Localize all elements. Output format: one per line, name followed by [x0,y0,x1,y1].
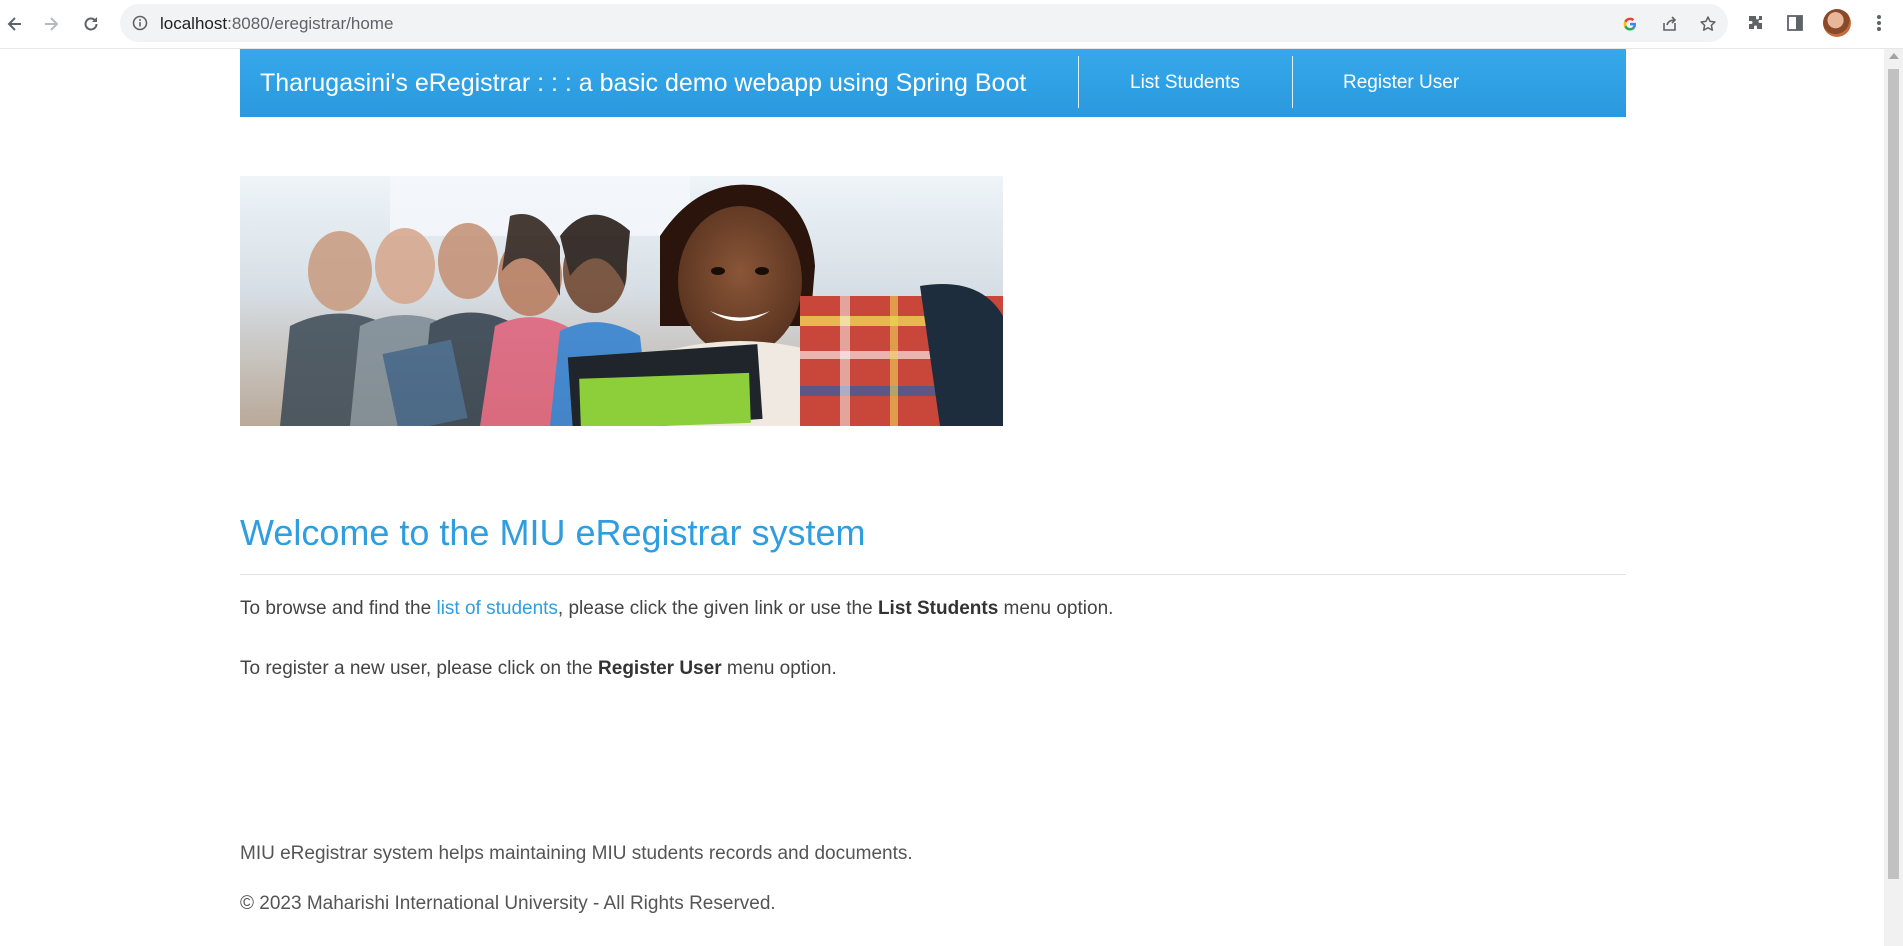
address-bar[interactable]: localhost:8080/eregistrar/home [120,4,1728,42]
arrow-left-icon [7,17,21,31]
menu-kebab-icon[interactable] [1866,10,1892,36]
scroll-up-arrow-icon[interactable] [1889,53,1899,59]
page-scrollbar[interactable] [1884,49,1903,946]
students-banner-image [240,176,1003,426]
profile-avatar[interactable] [1823,9,1851,37]
arrow-right-icon [45,17,59,31]
page-title: Welcome to the MIU eRegistrar system [240,512,866,553]
url-host: localhost [160,14,228,33]
text: To browse and find the [240,598,437,619]
site-info-icon[interactable] [132,15,148,31]
reload-button[interactable] [76,9,106,39]
nav-divider [1078,56,1079,108]
bookmark-star-icon[interactable] [1698,14,1718,34]
browser-toolbar: localhost:8080/eregistrar/home [0,0,1903,49]
bold-text: List Students [877,598,999,619]
share-icon[interactable] [1660,14,1680,34]
list-of-students-link[interactable]: list of students [436,598,557,619]
footer-copyright: © 2023 Maharishi International Universit… [240,893,776,914]
back-button[interactable] [0,9,30,39]
nav-divider [1292,56,1293,108]
text: , please click the given link or use the [557,598,878,619]
scrollbar-thumb[interactable] [1888,69,1899,879]
google-icon[interactable] [1620,14,1640,34]
url-path: :8080/eregistrar/home [227,14,394,33]
extensions-icon[interactable] [1742,10,1768,36]
nav-register-user[interactable]: Register User [1343,72,1459,94]
register-paragraph: To register a new user, please click on … [240,658,837,680]
url-text[interactable]: localhost:8080/eregistrar/home [160,14,393,34]
side-panel-icon[interactable] [1782,10,1808,36]
forward-button[interactable] [36,9,66,39]
text: menu option. [998,598,1114,619]
reload-icon [84,17,98,31]
nav-list-students[interactable]: List Students [1130,72,1240,94]
text: To register a new user, please click on … [240,658,599,679]
bold-text: Register User [598,658,722,679]
browse-paragraph: To browse and find the list of students,… [240,598,1113,620]
app-header: Tharugasini's eRegistrar : : : a basic d… [240,49,1626,117]
text: menu option. [721,658,837,679]
app-title: Tharugasini's eRegistrar : : : a basic d… [260,69,1027,97]
divider [240,574,1626,575]
footer-description: MIU eRegistrar system helps maintaining … [240,843,913,864]
